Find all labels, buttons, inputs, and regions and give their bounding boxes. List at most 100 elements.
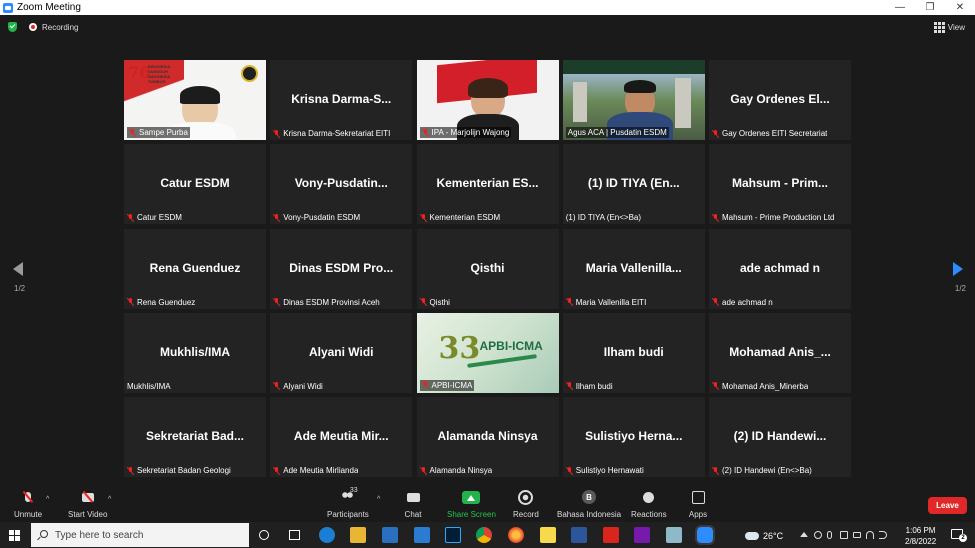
start-video-button[interactable]: Start Video [68,488,107,522]
participant-tile[interactable]: IPA - Marjolijn Wajong [416,60,559,140]
participant-tile[interactable]: Krisna Darma-S... Krisna Darma-Sekretari… [270,60,413,140]
page-indicator-right: 1/2 [954,284,966,293]
participant-name-label: Sulistiyo Hernawati [566,466,644,475]
battery-icon[interactable] [853,532,861,538]
apps-icon [686,488,710,506]
participant-name-label: Kementerian ESDM [420,213,501,223]
network-icon[interactable] [866,531,874,539]
weather-widget[interactable]: 26°C [745,531,783,541]
participant-name-label: Krisna Darma-Sekretariat EITI [273,129,390,138]
participant-tile[interactable]: Rena Guenduez Rena Guenduez [124,228,266,309]
clock[interactable]: 1:06 PM 2/8/2022 [905,525,936,547]
participant-label: Alamanda Ninsya [429,466,493,475]
participant-label: Sampe Purba [139,128,188,137]
participant-label: ade achmad n [722,297,773,307]
chat-button[interactable]: Chat [401,488,425,522]
microsoft-store-icon[interactable] [382,527,398,543]
participant-tile[interactable]: Ade Meutia Mir... Ade Meutia Mirlianda [270,397,413,477]
participant-tile[interactable]: Sulistiyo Herna... Sulistiyo Hernawati [562,397,705,477]
participant-tile[interactable]: Mohamad Anis_... Mohamad Anis_Minerba [709,312,851,393]
recording-icon [29,23,37,31]
participant-label: APBI-ICMA [431,380,473,390]
participant-tile[interactable]: 76 INDONESIA TANGGUH INDONESIA TUMBUH Sa… [124,60,266,140]
task-view-icon[interactable] [289,530,300,540]
view-button[interactable]: View [933,22,965,33]
participant-name: Sekretariat Bad... [145,429,245,443]
participant-name-label: Ilham budi [566,382,613,391]
active-speaker-tile[interactable]: Agus ACA | Pusdatin ESDM [562,60,705,140]
participant-tile[interactable]: (2) ID Handewi... (2) ID Handewi (En<>Ba… [709,397,851,477]
gallery-grid: 76 INDONESIA TANGGUH INDONESIA TUMBUH Sa… [124,60,851,477]
reactions-button[interactable]: Reactions [631,488,667,522]
participant-tile[interactable]: Gay Ordenes El... Gay Ordenes EITI Secre… [709,60,851,140]
next-page-arrow-icon[interactable] [953,262,963,276]
windows-start-icon[interactable] [9,530,20,541]
participant-tile[interactable]: Catur ESDM Catur ESDM [124,144,266,225]
page-indicator-left: 1/2 [14,284,26,293]
encryption-shield-icon[interactable] [8,22,17,32]
participant-name: Qisthi [470,260,505,275]
participant-tile[interactable]: Maria Vallenilla... Maria Vallenilla EIT… [562,228,705,309]
participant-tile[interactable]: Mahsum - Prim... Mahsum - Prime Producti… [709,144,851,225]
cortana-icon[interactable] [259,530,269,540]
windows-taskbar: Type here to search 26°C 1:06 PM 2/8/202… [0,522,975,548]
anniversary-logo-text: INDONESIA TANGGUH INDONESIA TUMBUH [148,64,171,84]
interpretation-language-button[interactable]: Bahasa Indonesia [557,488,621,522]
firefox-icon[interactable] [508,527,524,543]
weather-temperature: 26°C [763,531,784,541]
leave-meeting-button[interactable]: Leave [928,497,967,514]
participants-button[interactable]: 33 Participants [327,487,369,522]
participant-label: Alyani Widi [283,381,323,391]
participant-tile[interactable]: Alyani Widi Alyani Widi [270,312,413,393]
video-options-caret[interactable]: ^ [108,496,111,503]
sticky-notes-icon[interactable] [540,527,556,543]
participant-name-label: ade achmad n [712,298,773,307]
file-explorer-icon[interactable] [350,527,366,543]
share-screen-button[interactable]: Share Screen [447,488,496,522]
participant-tile[interactable]: Qisthi Qisthi [416,228,559,309]
apps-button[interactable]: Apps [686,488,710,522]
word-icon[interactable] [571,527,587,543]
participant-tile[interactable]: (1) ID TIYA (En... (1) ID TIYA (En<>Ba) [562,144,705,225]
participant-name: Ade Meutia Mir... [293,429,389,443]
volume-icon[interactable] [879,531,887,539]
mail-icon[interactable] [414,527,430,543]
previous-page-arrow-icon[interactable] [13,262,23,276]
edge-browser-icon[interactable] [319,527,335,543]
chrome-icon[interactable] [476,527,492,543]
participant-tile[interactable]: Mukhlis/IMA Mukhlis/IMA [124,312,266,393]
show-hidden-icons-icon[interactable] [800,532,808,537]
app-icon[interactable] [666,527,682,543]
participant-label: Dinas ESDM Provinsi Aceh [283,297,380,307]
participant-label: Vony-Pusdatin ESDM [283,213,361,223]
taskbar-search-box[interactable]: Type here to search [31,523,249,547]
participant-name: Dinas ESDM Pro... [289,260,394,275]
acrobat-icon[interactable] [603,527,619,543]
restore-button[interactable]: ❐ [915,0,945,15]
close-button[interactable]: ✕ [945,0,975,15]
zoom-taskbar-icon[interactable] [695,525,715,545]
onenote-icon[interactable] [634,527,650,543]
participant-tile[interactable]: Alamanda Ninsya Alamanda Ninsya [416,397,559,477]
unmute-button[interactable]: Unmute [14,488,42,522]
participant-label: Mukhlis/IMA [127,381,171,391]
meet-now-icon[interactable] [814,531,822,539]
participants-options-caret[interactable]: ^ [377,496,380,503]
photoshop-icon[interactable] [445,527,461,543]
participant-tile[interactable]: Ilham budi Ilham budi [562,312,705,393]
participant-name: Mahsum - Prim... [731,176,829,191]
participant-tile[interactable]: ade achmad n ade achmad n [709,228,851,309]
microphone-icon[interactable] [827,531,832,539]
participant-tile[interactable]: Vony-Pusdatin... Vony-Pusdatin ESDM [270,144,413,225]
record-button[interactable]: Record [513,488,539,522]
participant-label: Kementerian ESDM [429,213,501,223]
participant-tile[interactable]: Dinas ESDM Pro... Dinas ESDM Provinsi Ac… [270,228,413,309]
participant-tile[interactable]: Sekretariat Bad... Sekretariat Badan Geo… [124,397,266,477]
muted-mic-icon [422,381,429,389]
participant-tile[interactable]: 33 APBI-ICMA APBI-ICMA [416,312,559,393]
audio-options-caret[interactable]: ^ [46,496,49,503]
muted-mic-icon [273,129,280,138]
display-icon[interactable] [840,531,848,539]
participant-tile[interactable]: Kementerian ES... Kementerian ESDM [416,144,559,225]
minimize-button[interactable]: — [885,0,915,15]
